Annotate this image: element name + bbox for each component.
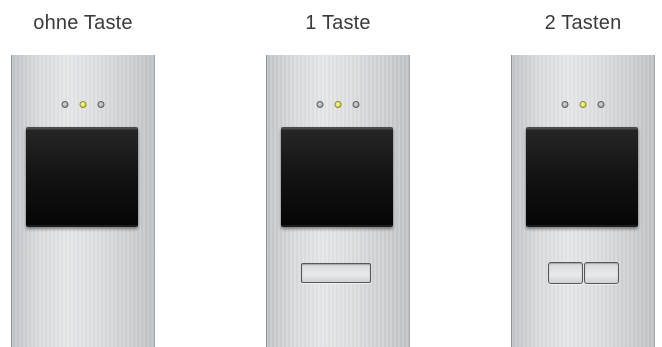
- call-button[interactable]: [301, 263, 371, 283]
- status-led: [61, 101, 69, 108]
- camera-window: [26, 127, 138, 227]
- status-led-active: [79, 101, 87, 108]
- call-button-pair: [548, 262, 619, 284]
- call-button-left[interactable]: [548, 262, 583, 284]
- status-led: [597, 101, 605, 108]
- status-led-row: [561, 101, 605, 108]
- status-led-row: [316, 101, 360, 108]
- status-led: [561, 101, 569, 108]
- variant-label-no-button: ohne Taste: [33, 12, 133, 34]
- status-led: [352, 101, 360, 108]
- camera-window: [281, 127, 393, 227]
- variant-label-one-button: 1 Taste: [305, 12, 371, 34]
- variant-label-two-buttons: 2 Tasten: [544, 12, 622, 34]
- status-led: [97, 101, 105, 108]
- status-led-active: [334, 101, 342, 108]
- camera-window: [526, 127, 638, 227]
- status-led-row: [61, 101, 105, 108]
- intercom-panel-two-buttons: [511, 55, 655, 347]
- status-led: [316, 101, 324, 108]
- status-led-active: [579, 101, 587, 108]
- call-button-right[interactable]: [584, 262, 619, 284]
- intercom-panel-one-button: [266, 55, 410, 347]
- intercom-panel-no-button: [11, 55, 155, 347]
